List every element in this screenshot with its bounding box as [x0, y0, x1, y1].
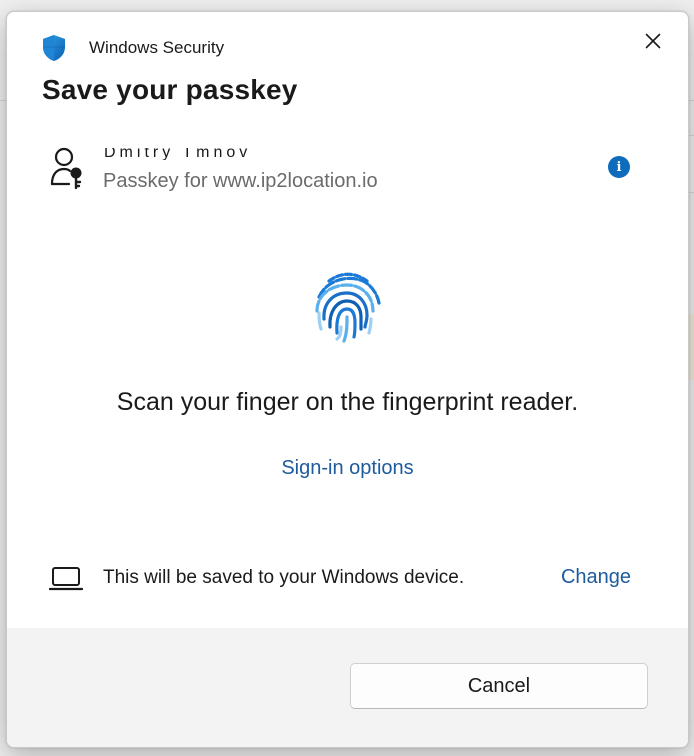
sign-in-options-link[interactable]: Sign-in options — [7, 457, 688, 480]
windows-security-shield-icon — [43, 35, 65, 61]
close-icon — [645, 33, 661, 49]
account-row: Dmitry Tmnov Passkey for www.ip2location… — [47, 146, 647, 206]
laptop-icon — [49, 567, 83, 591]
passkey-dialog: Windows Security Save your passkey Dmitr… — [6, 11, 689, 748]
save-location-text: This will be saved to your Windows devic… — [103, 567, 465, 588]
title-bar: Windows Security — [41, 32, 224, 64]
info-icon[interactable]: i — [608, 156, 630, 178]
account-name: Dmitry Tmnov — [104, 148, 252, 160]
fingerprint-icon — [315, 272, 381, 343]
cancel-button[interactable]: Cancel — [350, 663, 648, 709]
close-button[interactable] — [636, 24, 670, 58]
scan-instruction: Scan your finger on the fingerprint read… — [116, 388, 579, 416]
save-location-row: This will be saved to your Windows devic… — [49, 564, 639, 598]
app-title: Windows Security — [89, 38, 225, 57]
dialog-heading: Save your passkey — [42, 74, 298, 105]
change-location-link[interactable]: Change — [561, 566, 631, 589]
key-person-icon — [50, 147, 82, 190]
passkey-site-label: Passkey for www.ip2location.io — [103, 170, 378, 192]
